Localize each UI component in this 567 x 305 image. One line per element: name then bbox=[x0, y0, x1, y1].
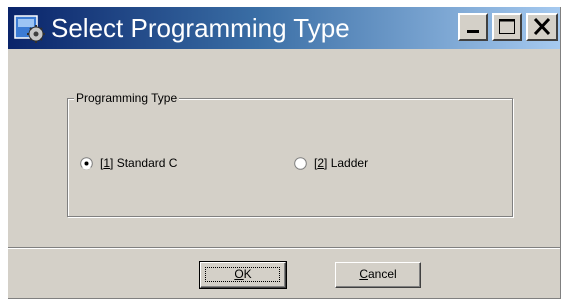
dialog-window: Select Programming Type Programming Type… bbox=[8, 7, 561, 299]
minimize-button[interactable] bbox=[458, 13, 488, 41]
radio-unchecked-icon bbox=[294, 156, 307, 170]
group-label: Programming Type bbox=[74, 91, 180, 105]
cancel-mnemonic: C bbox=[359, 267, 368, 281]
radio-checked-icon bbox=[80, 156, 93, 170]
button-separator bbox=[8, 247, 560, 249]
maximize-icon bbox=[499, 19, 515, 34]
radio-label-standard-c: [1] Standard C bbox=[100, 156, 178, 170]
cancel-button[interactable]: Cancel bbox=[335, 262, 421, 288]
ok-button[interactable]: OK bbox=[199, 261, 287, 289]
close-button[interactable] bbox=[526, 13, 558, 41]
title-bar[interactable]: Select Programming Type bbox=[8, 7, 560, 49]
radio-standard-c[interactable]: [1] Standard C bbox=[80, 155, 177, 171]
maximize-button[interactable] bbox=[492, 13, 522, 41]
app-icon bbox=[14, 15, 45, 43]
ok-label: K bbox=[243, 267, 252, 281]
cancel-label: ancel bbox=[367, 267, 397, 281]
minimize-icon bbox=[467, 30, 479, 33]
radio-label-ladder: [2] Ladder bbox=[314, 156, 369, 170]
window-title: Select Programming Type bbox=[51, 13, 350, 43]
radio-ladder[interactable]: [2] Ladder bbox=[294, 155, 368, 171]
ok-mnemonic: O bbox=[234, 267, 244, 281]
close-icon bbox=[533, 17, 551, 36]
